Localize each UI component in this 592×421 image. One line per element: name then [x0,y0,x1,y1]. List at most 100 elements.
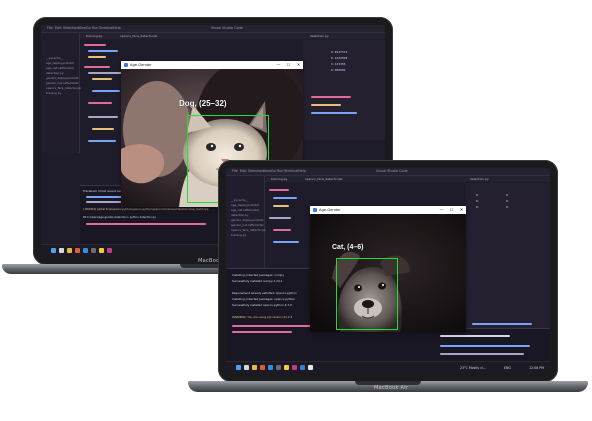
back-menu-selection[interactable]: Selection [63,26,79,30]
search-icon[interactable] [244,365,249,370]
front-code-editor[interactable] [265,183,305,273]
front-terminal-line: Successfully installed numpy-1.24.1 [232,279,283,283]
front-tab-training[interactable]: training.py [271,177,287,181]
front-ide-titlebar: File Edit Selection View Go Run Terminal… [226,168,550,176]
back-sidebar-item[interactable]: gender_net.caffemodel [46,81,78,85]
back-panel-value: 0.000000 [331,68,346,72]
back-ide-titlebar: File Edit Selection View Go Run Terminal… [41,25,385,33]
front-sidebar-item[interactable]: opencv_face_detector.pb [231,228,266,232]
front-window-title: Visual Studio Code [376,169,408,173]
mail-icon[interactable] [300,365,305,370]
terminal-icon[interactable] [276,365,281,370]
minimize-button[interactable]: — [274,62,283,67]
windows-start-icon[interactable] [51,248,56,253]
back-sidebar-item[interactable]: detection.py [46,71,64,75]
front-panel-value: 0. [506,205,510,209]
back-sidebar-item[interactable]: training.py [46,91,61,95]
code-line [84,66,110,68]
panel-line [311,96,351,98]
search-icon[interactable] [59,248,64,253]
app-icon [313,208,317,212]
back-window-title: Visual Studio Code [211,26,243,30]
front-detection-label: Cat, (4–6) [332,244,364,251]
front-output-panel[interactable] [436,328,550,363]
windows-start-icon[interactable] [236,365,241,370]
back-tab-training[interactable]: training.py [86,34,102,38]
back-menu-view[interactable]: View [78,26,86,30]
back-menu-edit[interactable]: Edit [55,26,62,30]
vscode-icon[interactable] [268,365,273,370]
app-icon [124,63,128,67]
close-button[interactable]: ✕ [457,207,466,212]
maximize-button[interactable]: ☐ [447,207,456,212]
python-icon[interactable] [99,248,104,253]
back-menu-file[interactable]: File [47,26,53,30]
back-menu-help[interactable]: Help [113,26,121,30]
front-tab-face-detector[interactable]: opencv_face_detector.pb [305,177,342,181]
camera-app-icon[interactable] [107,248,112,253]
back-menu-terminal[interactable]: Terminal [99,26,113,30]
front-sidebar-item[interactable]: detection.py [231,213,249,217]
back-panel-value: 0.123456 [331,62,346,66]
term-line [86,196,126,198]
back-sidebar-item[interactable]: __pycache__ [46,56,63,60]
front-menu-run[interactable]: Run [277,169,284,173]
file-explorer-icon[interactable] [252,365,257,370]
front-menu-terminal[interactable]: Terminal [284,169,298,173]
camera-app-icon[interactable] [292,365,297,370]
code-line [273,241,299,243]
front-tray-time[interactable]: 12:08 PM [529,366,544,370]
back-sidebar-item[interactable]: age_deploy.prototxt [46,61,74,65]
back-tab-face-detector[interactable]: opencv_face_detector.pb [120,34,157,38]
back-sidebar-item[interactable]: gender_deploy.prototxt [46,76,78,80]
front-sidebar-item[interactable]: age_net.caffemodel [231,208,259,212]
browser-icon[interactable] [260,365,265,370]
front-laptop-brand: MacBook Air [374,385,409,391]
back-tab-detection[interactable]: detection.py [310,34,329,38]
back-menu-run[interactable]: Run [92,26,99,30]
front-menu-edit[interactable]: Edit [240,169,247,173]
back-menu-go[interactable]: Go [86,26,91,30]
front-sidebar-item[interactable]: training.py [231,233,246,237]
front-terminal-line: Installing collected packages: numpy [232,273,284,277]
front-sidebar-item[interactable]: gender_deploy.prototxt [231,218,263,222]
back-sidebar-item[interactable]: opencv_face_detector.pb [46,86,81,90]
code-line [269,217,291,219]
front-menu-go[interactable]: Go [271,169,276,173]
front-tab-detection[interactable]: detection.py [470,177,489,181]
weather-widget[interactable]: 23°C Mostly cl... [460,366,486,370]
close-button[interactable]: ✕ [294,62,303,67]
browser-icon[interactable] [75,248,80,253]
front-panel-value: 0. [476,193,480,197]
file-explorer-icon[interactable] [67,248,72,253]
minimize-button[interactable]: — [437,207,446,212]
front-sidebar-item[interactable]: __pycache__ [231,198,248,202]
python-icon[interactable] [284,365,289,370]
maximize-button[interactable]: ☐ [284,62,293,67]
back-sidebar-item[interactable]: age_net.caffemodel [46,66,74,70]
term-line [440,345,530,347]
front-sidebar-item[interactable]: gender_net.caffemodel [231,223,263,227]
photos-icon[interactable] [308,365,313,370]
code-line [88,72,122,74]
front-camera-feed: Cat, (4–6) [310,214,466,332]
front-laptop-screen: File Edit Selection View Go Run Terminal… [226,168,550,374]
front-sidebar-item[interactable]: age_deploy.prototxt [231,203,259,207]
vscode-icon[interactable] [83,248,88,253]
terminal-icon[interactable] [91,248,96,253]
front-explorer-sidebar: __pycache__ age_deploy.prototxt age_net.… [226,176,266,276]
term-line [86,223,206,225]
front-menu-selection[interactable]: Selection [248,169,264,173]
front-terminal-line: WARNING: You are using pip version 21.2.… [232,315,293,319]
panel-line [311,112,357,114]
back-right-panel: 0.4937572 0.1232028 0.123456 0.000000 [303,40,385,140]
code-line [92,78,112,80]
front-menu-help[interactable]: Help [298,169,306,173]
front-menu-file[interactable]: File [232,169,238,173]
front-detection-window[interactable]: Age-Gender — ☐ ✕ Cat, (4–6) [310,206,466,332]
back-terminal-line: PS C:\Users\age-gender-detection> python… [83,216,156,219]
language-indicator[interactable]: ENG [504,366,511,370]
front-menu-view[interactable]: View [263,169,271,173]
term-line [440,335,510,337]
code-line [88,56,106,58]
